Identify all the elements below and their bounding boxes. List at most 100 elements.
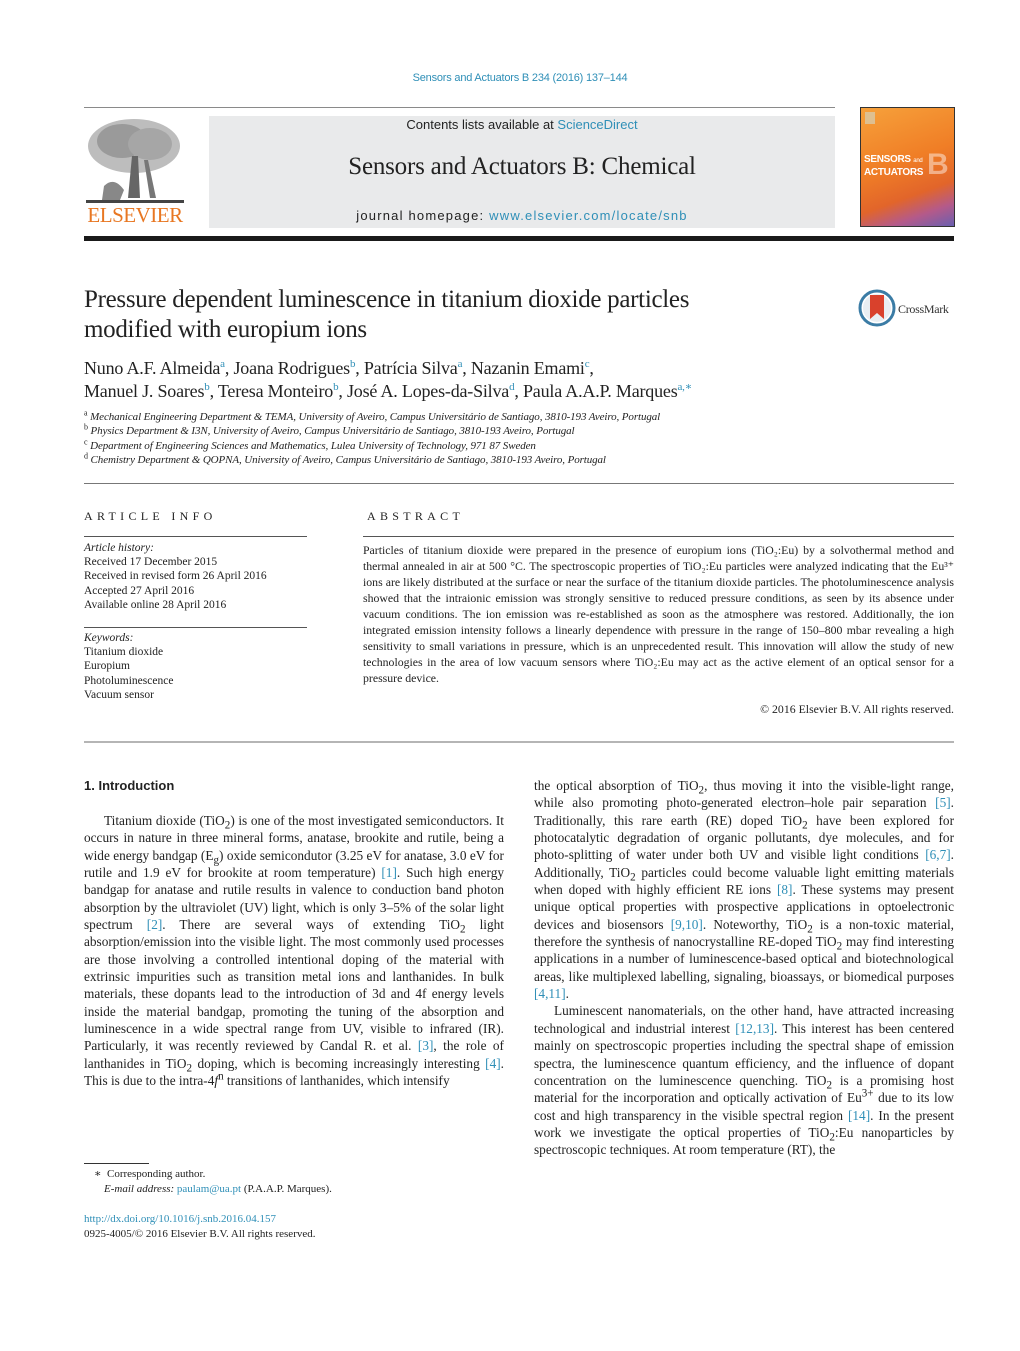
keywords-label: Keywords: [84, 632, 134, 644]
keyword: Photoluminescence [84, 674, 174, 687]
contents-prefix: Contents lists available at [406, 117, 558, 132]
author-name: Manuel J. Soares [84, 381, 205, 401]
subscript: 2 [836, 940, 843, 953]
abstract-heading: ABSTRACT [367, 509, 465, 523]
info-rule [84, 536, 307, 537]
author-affiliation-mark[interactable]: b [204, 381, 210, 393]
affiliation: a Mechanical Engineering Department & TE… [84, 409, 884, 424]
section-heading-introduction: 1. Introduction [84, 778, 175, 793]
author-list: Nuno A.F. Almeidaa, Joana Rodriguesb, Pa… [84, 358, 693, 401]
paragraph: the optical absorption of TiO2, thus mov… [534, 778, 955, 1002]
keyword: Titanium dioxide [84, 646, 164, 659]
journal-citation[interactable]: Sensors and Actuators B 234 (2016) 137–1… [0, 72, 1020, 84]
history-item: Accepted 27 April 2016 [84, 584, 195, 597]
journal-banner: Contents lists available at ScienceDirec… [209, 116, 835, 228]
subscript: 2 [802, 819, 808, 832]
author-affiliation-mark[interactable]: d [509, 381, 515, 393]
citation-link[interactable]: [5] [935, 795, 951, 810]
citation-link[interactable]: [6,7] [925, 847, 950, 862]
subscript: 2 [807, 923, 813, 936]
citation-link[interactable]: [3] [418, 1038, 434, 1053]
affiliation-text: Chemistry Department & QOPNA, University… [87, 453, 606, 466]
footnote: ∗ Corresponding author. E-mail address: … [84, 1167, 504, 1197]
article-title: Pressure dependent luminescence in titan… [84, 285, 824, 345]
superscript: 3+ [861, 1087, 874, 1100]
affiliation-text: Department of Engineering Sciences and M… [87, 439, 536, 452]
corresponding-mark: ∗ [94, 1168, 102, 1180]
cover-emblem-icon [865, 112, 875, 124]
subscript: 2 [826, 1079, 833, 1092]
superscript: n [218, 1070, 224, 1083]
crossmark-icon [858, 289, 896, 327]
author-name: Teresa Monteiro [217, 381, 334, 401]
abstract-text: Particles of titanium dioxide were prepa… [363, 543, 954, 685]
cover-title: SENSORS and ACTUATORS [864, 154, 923, 178]
issn-copyright: 0925-4005/© 2016 Elsevier B.V. All right… [84, 1227, 316, 1240]
affiliation-text: Physics Department & I3N, University of … [87, 425, 575, 438]
article-history: Article history: Received 17 December 20… [84, 541, 314, 612]
citation-link[interactable]: [2] [147, 917, 163, 932]
author-name: José A. Lopes-da-Silva [347, 381, 510, 401]
author-affiliation-mark[interactable]: b [333, 381, 339, 393]
cover-line1: SENSORS [864, 154, 911, 165]
title-line1: Pressure dependent luminescence in titan… [84, 286, 690, 313]
subscript: 2 [186, 1062, 193, 1075]
author-name: Nazanin Emami [470, 358, 585, 378]
author-affiliation-mark[interactable]: b [350, 358, 356, 370]
tree-icon [86, 119, 184, 203]
article-info-heading: ARTICLE INFO [84, 509, 217, 523]
sciencedirect-link[interactable]: ScienceDirect [557, 117, 637, 132]
email-owner: (P.A.A.P. Marques). [241, 1183, 332, 1195]
journal-title: Sensors and Actuators B: Chemical [348, 153, 696, 180]
keyword: Vacuum sensor [84, 688, 154, 701]
subscript: 2 [698, 784, 705, 797]
citation-link[interactable]: [14] [848, 1108, 870, 1123]
elsevier-logo[interactable]: ELSEVIER [84, 116, 186, 228]
citation-link[interactable]: [9,10] [671, 917, 703, 932]
author-name: Paula A.A.P. Marques [523, 381, 678, 401]
body-rule [84, 741, 954, 743]
author-name: Joana Rodrigues [233, 358, 350, 378]
doi-block: http://dx.doi.org/10.1016/j.snb.2016.04.… [84, 1212, 504, 1241]
author-name: Nuno A.F. Almeida [84, 358, 221, 378]
author-affiliation-mark[interactable]: a [220, 358, 225, 370]
body-column-left: Titanium dioxide (TiO2) is one of the mo… [84, 812, 504, 1090]
citation-link[interactable]: [4] [485, 1056, 501, 1071]
homepage-line: journal homepage: www.elsevier.com/locat… [209, 208, 835, 223]
author-affiliation-mark[interactable]: a,∗ [678, 381, 693, 393]
affiliation: c Department of Engineering Sciences and… [84, 437, 884, 453]
crossmark-button[interactable]: CrossMark [858, 289, 958, 329]
paragraph: Luminescent nanomaterials, on the other … [534, 1003, 954, 1158]
citation-link[interactable]: [1] [381, 865, 397, 880]
elsevier-wordmark: ELSEVIER [87, 203, 183, 227]
affiliations: a Mechanical Engineering Department & TE… [84, 409, 884, 467]
homepage-prefix: journal homepage: [356, 208, 490, 223]
history-item: Received in revised form 26 April 2016 [84, 570, 267, 583]
subscript: 2 [630, 871, 636, 884]
journal-cover[interactable]: B SENSORS and ACTUATORS [860, 107, 955, 227]
subscript: 2 [224, 819, 231, 832]
keyword: Europium [84, 660, 130, 673]
subscript: 2 [829, 1131, 835, 1144]
affiliation: b Physics Department & I3N, University o… [84, 423, 884, 438]
citation-link[interactable]: [4,11] [534, 986, 566, 1001]
history-label: Article history: [84, 542, 154, 554]
history-item: Received 17 December 2015 [84, 556, 218, 569]
keywords: Keywords: Titanium dioxide Europium Phot… [84, 631, 314, 702]
citation-link[interactable]: [12,13] [735, 1021, 774, 1036]
info-rule [84, 627, 307, 628]
email-link[interactable]: paulam@ua.pt [177, 1183, 241, 1195]
header-thick-rule [84, 236, 954, 241]
author-affiliation-mark[interactable]: c [585, 358, 590, 370]
section-rule [84, 483, 954, 484]
author-name: Patrícia Silva [363, 358, 458, 378]
cover-letter: B [927, 148, 949, 181]
homepage-link[interactable]: www.elsevier.com/locate/snb [489, 208, 688, 223]
contents-line: Contents lists available at ScienceDirec… [209, 117, 835, 132]
citation-link[interactable]: [8] [777, 882, 793, 897]
doi-link[interactable]: http://dx.doi.org/10.1016/j.snb.2016.04.… [84, 1212, 504, 1227]
subscript: 2 [460, 923, 466, 936]
author-affiliation-mark[interactable]: a [458, 358, 463, 370]
affiliation: d Chemistry Department & QOPNA, Universi… [84, 452, 884, 467]
cover-line2: ACTUATORS [864, 167, 924, 178]
